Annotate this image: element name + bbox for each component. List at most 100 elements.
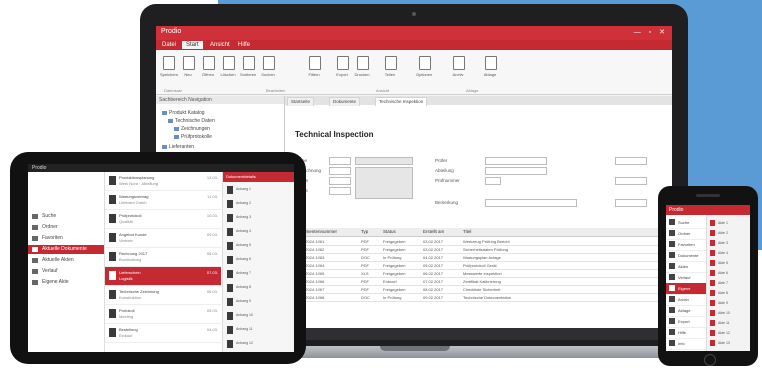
phone-detail-item[interactable]: Akte 5 [710, 259, 748, 268]
phone-detail-item[interactable]: Akte 13 [710, 339, 748, 348]
export-button[interactable]: Export [334, 54, 350, 82]
column-header[interactable]: Erstellt am [423, 229, 444, 234]
home-button[interactable] [704, 354, 716, 366]
save-button[interactable]: Speichern [160, 54, 178, 82]
phone-detail-item[interactable]: Akte 9 [710, 299, 748, 308]
table-row[interactable]: DOC-2024-1065 XLS Freigegeben 06.02.2017 Mes… [291, 270, 661, 278]
phone-detail-item[interactable]: Akte 3 [710, 239, 748, 248]
print-button[interactable]: Drucken [354, 54, 370, 82]
side-field[interactable] [615, 177, 647, 185]
status-field[interactable] [329, 187, 351, 195]
phone-detail-item[interactable]: Akte 12 [710, 329, 748, 338]
table-row[interactable]: DOC-2024-1066 PDF Entwurf 07.02.2017 Zertifi… [291, 278, 661, 286]
document-icon [227, 228, 233, 236]
options-button[interactable]: Optionen [416, 54, 432, 82]
tree-item[interactable]: Technische Daten [168, 118, 215, 124]
detail-item[interactable]: Anhang 12 [225, 338, 293, 351]
list-item[interactable]: Produktionsplanung Werk Nord · Abteilung 1… [105, 172, 221, 191]
detail-item[interactable]: Anhang 1 [225, 184, 293, 197]
list-item[interactable]: Angebot Kunde Vertrieb 09.03. [105, 229, 221, 248]
table-row[interactable]: DOC-2024-1064 PDF Freigegeben 05.02.2017 Prü… [291, 262, 661, 270]
ribbon-group-label: Ansicht [376, 88, 390, 93]
table-row[interactable]: DOC-2024-1068 DOC In Prüfung 09.02.2017 Tech… [291, 294, 661, 302]
nav-item-recent-files[interactable]: Aktuelle Akten [28, 256, 104, 265]
list-item[interactable]: Lieferschein Logistik 07.03. [105, 267, 221, 286]
open-button[interactable]: Öffnen [200, 54, 216, 82]
table-row[interactable]: DOC-2024-1062 PDF Freigegeben 03.02.2017 Sic… [291, 246, 661, 254]
department-field[interactable] [485, 167, 547, 175]
list-item[interactable]: Wartungsvertrag Lieferant Gmbh 11.03. [105, 191, 221, 210]
detail-item[interactable]: Anhang 3 [225, 212, 293, 225]
menu-start[interactable]: Start [182, 41, 203, 49]
list-item[interactable]: Prüfprotokoll Qualität 10.03. [105, 210, 221, 229]
new-button[interactable]: Neu [180, 54, 196, 82]
detail-item[interactable]: Anhang 8 [225, 282, 293, 295]
phone-detail-item[interactable]: Akte 4 [710, 249, 748, 258]
inspection-number-field[interactable] [485, 177, 501, 185]
date-field[interactable] [329, 177, 351, 185]
detail-item[interactable]: Anhang 2 [225, 198, 293, 211]
remark-field[interactable] [485, 199, 577, 207]
table-row[interactable]: DOC-2024-1067 PDF Freigegeben 08.02.2017 Che… [291, 286, 661, 294]
tree-item[interactable]: Lieferanten [162, 144, 194, 150]
phone-list-item[interactable]: Info [666, 338, 706, 350]
detail-item[interactable]: Anhang 7 [225, 268, 293, 281]
archive-button[interactable]: Archiv [450, 54, 466, 82]
list-item[interactable]: Protokoll Meeting 05.03. [105, 305, 221, 324]
side-field[interactable] [615, 157, 647, 165]
phone-detail-item[interactable]: Akte 6 [710, 269, 748, 278]
list-item[interactable]: Bestellung Einkauf 04.03. [105, 324, 221, 343]
tree-item[interactable]: Prüfprotokolle [174, 134, 212, 140]
phone-detail-item[interactable]: Akte 1 [710, 219, 748, 228]
detail-item[interactable]: Anhang 9 [225, 296, 293, 309]
phone-detail-item[interactable]: Akte 10 [710, 309, 748, 318]
column-header[interactable]: Status [383, 229, 396, 234]
side-field[interactable] [615, 199, 647, 207]
detail-item[interactable]: Anhang 6 [225, 254, 293, 267]
menu-datei[interactable]: Datei [158, 41, 180, 49]
list-item-subtitle: Konstruktion [119, 295, 142, 300]
detail-item[interactable]: Anhang 11 [225, 324, 293, 337]
nav-item-favorites[interactable]: Favoriten [28, 234, 104, 243]
name-field[interactable] [329, 157, 351, 165]
nav-item-history[interactable]: Verlauf [28, 267, 104, 276]
tab-documents[interactable]: Dokumente [329, 97, 361, 106]
detail-item[interactable]: Anhang 4 [225, 226, 293, 239]
phone-detail-item[interactable]: Akte 7 [710, 279, 748, 288]
name-value-field[interactable] [355, 157, 413, 165]
close-icon [223, 56, 235, 70]
sort-button[interactable]: Sortieren [240, 54, 256, 82]
tree-item[interactable]: Produkt Katalog [162, 110, 205, 116]
filter-button[interactable]: Filtern [306, 54, 322, 82]
phone-detail-label: Akte 2 [718, 231, 728, 235]
window-controls[interactable]: — ▫ ✕ [634, 28, 668, 36]
list-item[interactable]: Rechnung 2017 Buchhaltung 08.03. [105, 248, 221, 267]
menu-ansicht[interactable]: Ansicht [206, 41, 234, 49]
list-item[interactable]: Technische Zeichnung Konstruktion 06.03. [105, 286, 221, 305]
phone-detail-item[interactable]: Akte 11 [710, 319, 748, 328]
phone-detail-item[interactable]: Akte 2 [710, 229, 748, 238]
file-button[interactable]: Ablage [482, 54, 498, 82]
phone-detail-item[interactable]: Akte 8 [710, 289, 748, 298]
column-header[interactable]: Titel [463, 229, 471, 234]
nav-item-own-file[interactable]: Eigene Akte [28, 278, 104, 287]
table-row[interactable]: DOC-2024-1063 DOC In Prüfung 04.02.2017 Wart… [291, 254, 661, 262]
description-value-field[interactable] [355, 167, 413, 199]
table-row[interactable]: DOC-2024-1061 PDF Freigegeben 03.02.2017 Wer… [291, 238, 661, 246]
inspector-field[interactable] [485, 157, 547, 165]
search-button[interactable]: Suchen [260, 54, 276, 82]
description-field[interactable] [329, 167, 351, 175]
detail-item[interactable]: Anhang 5 [225, 240, 293, 253]
tab-inspection[interactable]: Technische Inspektion [375, 97, 428, 106]
nav-item-search[interactable]: Suche [28, 212, 104, 221]
tab-start[interactable]: Startseite [287, 97, 315, 106]
tree-item[interactable]: Zeichnungen [174, 126, 210, 132]
menu-hilfe[interactable]: Hilfe [234, 41, 254, 49]
nav-item-folders[interactable]: Ordner [28, 223, 104, 232]
share-button[interactable]: Teilen [382, 54, 398, 82]
delete-button[interactable]: Löschen [220, 54, 236, 82]
detail-item[interactable]: Anhang 10 [225, 310, 293, 323]
column-header[interactable]: Typ [361, 229, 368, 234]
phone-detail-label: Akte 3 [718, 241, 728, 245]
nav-item-recent-documents[interactable]: Aktuelle Dokumente [28, 245, 104, 254]
